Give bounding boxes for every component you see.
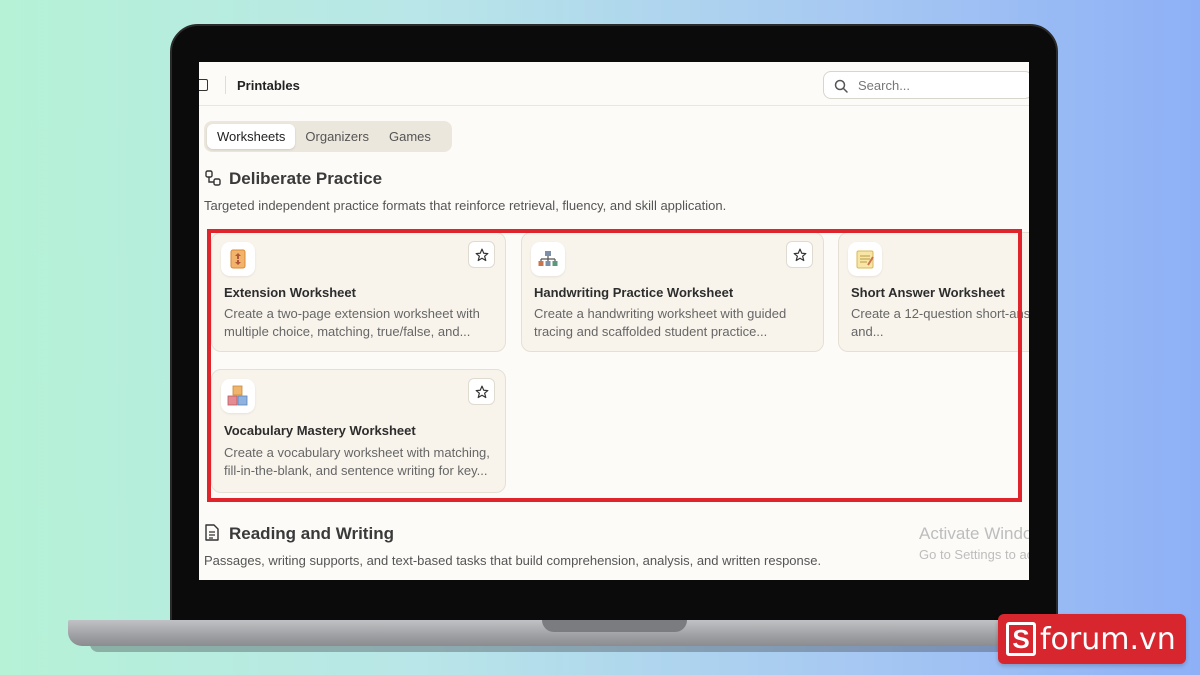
page-title: Printables (237, 78, 300, 93)
tab-worksheets[interactable]: Worksheets (207, 124, 296, 149)
sidebar-toggle-icon[interactable] (199, 79, 208, 91)
search-box[interactable] (823, 71, 1029, 99)
watermark-line2: Go to Settings to activate Windows. (919, 547, 1029, 562)
highlight-frame (207, 229, 1022, 502)
watermark-line1: Activate Windows (919, 524, 1029, 543)
section-description: Passages, writing supports, and text-bas… (204, 553, 822, 568)
top-bar: Printables (199, 62, 1029, 106)
tab-organizers[interactable]: Organizers (295, 124, 379, 149)
brand-logo-mark: S (1006, 622, 1036, 656)
section-description: Targeted independent practice formats th… (204, 198, 727, 213)
nodes-icon (205, 170, 221, 186)
section-title-deliberate-practice: Deliberate Practice (229, 169, 383, 188)
laptop-notch (542, 620, 687, 632)
topbar-divider (225, 76, 226, 94)
search-input[interactable] (858, 76, 1018, 94)
brand-text: forum.vn (1040, 621, 1176, 657)
section-title-reading-and-writing: Reading and Writing (229, 524, 394, 543)
tab-bar: Worksheets Organizers Games (204, 121, 452, 152)
brand-logo: S forum.vn (998, 614, 1186, 664)
search-icon (834, 79, 848, 93)
tab-games[interactable]: Games (379, 124, 441, 149)
document-icon (205, 524, 219, 541)
activation-watermark: Activate Windows Go to Settings to activ… (919, 524, 1029, 562)
